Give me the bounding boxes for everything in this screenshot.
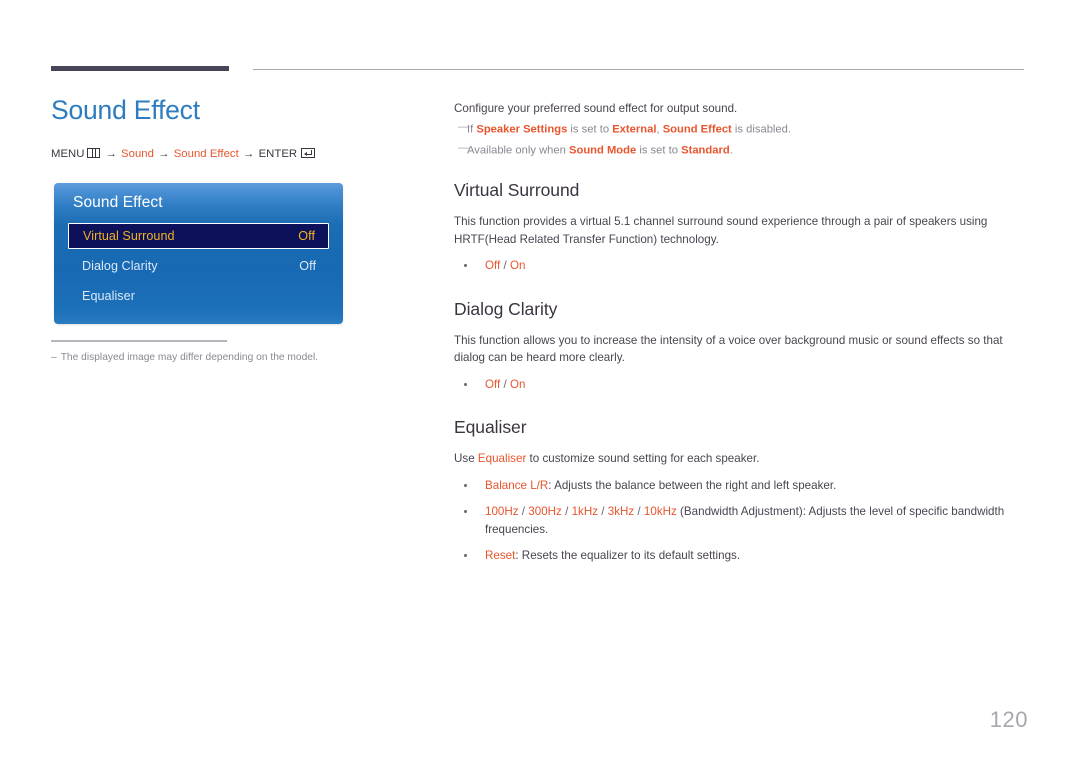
section-body: This function allows you to increase the… [454,332,1026,367]
accent-term: Off [485,378,501,392]
osd-row-dialog-clarity[interactable]: Dialog Clarity Off [68,253,329,279]
bullet-item: Off / On [454,376,1026,393]
section-bullet-list: Off / On [454,257,1026,274]
footnote-dash: – [51,351,57,363]
accent-term: 10kHz [643,505,677,519]
osd-menu-panel: Sound Effect Virtual Surround Off Dialog… [54,183,343,324]
doc-section: Virtual Surround This function provides a… [454,180,1026,275]
osd-row-value: Off [299,259,316,273]
osd-menu-title: Sound Effect [73,194,163,211]
body-text: This function provides a virtual 5.1 cha… [454,215,988,246]
section-bullet-list: Off / On [454,376,1026,393]
sections-host: Virtual Surround This function provides a… [454,180,1026,564]
note-dash-icon: ― [458,141,470,154]
osd-row-equaliser[interactable]: Equaliser [68,283,329,309]
enter-key-icon [301,147,316,158]
menu-path-step-sound: Sound [121,147,154,160]
bullet-item: Balance L/R: Adjusts the balance between… [454,477,1026,494]
menu-path-breadcrumb: MENU → Sound → Sound Effect → ENTER [51,147,421,160]
section-heading: Equaliser [454,417,527,438]
osd-row-label: Dialog Clarity [82,259,158,273]
intro-notes: ―If Speaker Settings is set to External,… [454,118,1026,159]
separator: / [500,259,510,273]
page-title: Sound Effect [51,95,200,125]
body-text: Available only when [467,144,569,157]
body-text: : Resets the equalizer to its default se… [515,549,741,563]
body-text: : Adjusts the balance between the right … [548,479,837,493]
left-footnote: – The displayed image may differ dependin… [51,340,391,365]
header-rules [0,0,1080,80]
accent-term: Off [485,259,501,273]
header-rule-thick [51,66,229,71]
osd-row-label: Virtual Surround [83,229,175,243]
intro-line: Configure your preferred sound effect fo… [454,102,738,115]
accent-term: Reset [485,549,516,563]
bullet-item: Reset: Resets the equalizer to its defau… [454,547,1026,564]
menu-path-enter-label: ENTER [258,147,298,160]
separator: / [561,505,572,519]
body-text: If [467,123,477,136]
separator: / [634,505,644,519]
header-rule-thin [253,69,1024,70]
doc-section: Equaliser Use Equaliser to customize soun… [454,417,1026,564]
left-column: Sound Effect MENU → Sound → Sound Effect … [51,95,421,160]
accent-term: On [509,378,526,392]
note-dash-icon: ― [458,120,470,133]
body-text: is set to [567,123,613,136]
footnote-rule [51,340,227,342]
menu-path-step-sound-effect: Sound Effect [173,147,239,160]
body-text: This function allows you to increase the… [454,333,1003,365]
section-body: Use Equaliser to customize sound setting… [454,450,1026,468]
doc-section: Dialog Clarity This function allows you t… [454,299,1026,394]
section-heading: Virtual Surround [454,180,580,201]
osd-row-virtual-surround[interactable]: Virtual Surround Off [68,223,329,249]
intro-note: ―If Speaker Settings is set to External,… [454,118,1026,139]
footnote-text: The displayed image may differ depending… [60,351,319,363]
accent-term: 300Hz [528,505,562,519]
separator: / [500,378,510,392]
accent-term: External [612,123,657,136]
accent-term: On [509,259,526,273]
accent-term: 3kHz [607,505,635,519]
accent-term: Speaker Settings [476,123,568,136]
body-text: . [729,144,733,157]
menu-path-arrow-1: → [105,147,117,160]
accent-term: Balance L/R [485,479,549,493]
menu-path-arrow-3: → [243,147,255,160]
menu-grid-icon [87,147,101,158]
section-heading: Dialog Clarity [454,298,558,319]
separator: / [598,505,608,519]
body-text: to customize sound setting for each spea… [526,452,760,466]
accent-term: 1kHz [571,505,599,519]
body-text: is disabled. [731,123,792,136]
page-number: 120 [989,707,1028,732]
menu-path-prefix: MENU [51,147,85,160]
section-body: This function provides a virtual 5.1 cha… [454,213,1026,248]
accent-term: Sound Effect [662,123,732,136]
accent-term: 100Hz [485,505,519,519]
right-column: Configure your preferred sound effect fo… [454,100,1026,565]
body-text: Use [454,452,478,466]
bullet-item: 100Hz / 300Hz / 1kHz / 3kHz / 10kHz (Ban… [454,503,1026,538]
separator: / [518,505,529,519]
accent-term: Standard [681,144,730,157]
bullet-item: Off / On [454,257,1026,274]
menu-path-arrow-2: → [158,147,170,160]
osd-row-label: Equaliser [82,289,135,303]
osd-row-value: Off [298,229,315,243]
accent-term: Equaliser [477,452,527,466]
section-bullet-list: Balance L/R: Adjusts the balance between… [454,477,1026,565]
footnote-text-row: – The displayed image may differ dependin… [51,351,391,365]
body-text: is set to [636,144,682,157]
accent-term: Sound Mode [569,144,637,157]
intro-note: ―Available only when Sound Mode is set t… [454,139,1026,160]
